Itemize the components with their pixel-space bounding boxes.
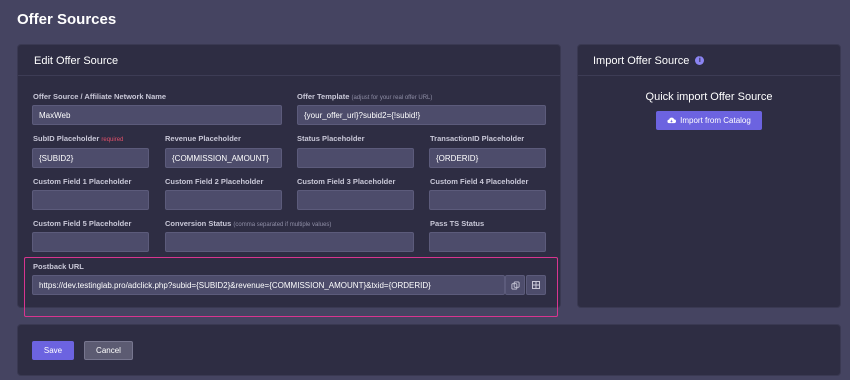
status-input[interactable] [297,148,414,168]
info-icon[interactable]: i [695,56,705,65]
offer-template-label: Offer Template (adjust for your real off… [297,92,432,101]
custom5-label: Custom Field 5 Placeholder [33,219,132,228]
subid-required-badge: required [101,137,124,143]
custom2-label: Custom Field 2 Placeholder [165,177,264,186]
custom3-label: Custom Field 3 Placeholder [297,177,396,186]
conversion-status-input[interactable] [165,232,414,252]
pass-ts-input[interactable] [429,232,546,252]
custom1-input[interactable] [32,190,149,210]
import-heading: Quick import Offer Source [645,91,773,103]
custom2-input[interactable] [165,190,282,210]
copy-icon [510,280,520,290]
conversion-status-hint: (comma separated if multiple values) [233,222,332,228]
grid-button[interactable] [526,275,546,295]
cloud-download-icon [667,117,677,124]
custom5-input[interactable] [32,232,149,252]
revenue-input[interactable]: {COMMISSION_AMOUNT} [165,148,282,168]
custom4-label: Custom Field 4 Placeholder [430,177,529,186]
offer-template-input[interactable]: {your_offer_url}?subid2={!subid!} [297,105,546,125]
custom1-label: Custom Field 1 Placeholder [33,177,132,186]
conversion-status-label: Conversion Status (comma separated if mu… [165,219,331,228]
subid-input[interactable]: {SUBID2} [32,148,149,168]
subid-label-text: SubID Placeholder [33,134,100,143]
conversion-status-label-text: Conversion Status [165,219,232,228]
grid-icon [532,281,540,289]
network-name-label: Offer Source / Affiliate Network Name [33,92,167,101]
footer-panel [17,324,841,376]
transaction-id-label: TransactionID Placeholder [430,134,525,143]
import-from-catalog-button[interactable]: Import from Catalog [656,111,762,130]
save-button[interactable]: Save [32,341,74,360]
offer-template-hint: (adjust for your real offer URL) [351,95,433,101]
page-title: Offer Sources [17,11,117,28]
revenue-label: Revenue Placeholder [165,134,241,143]
postback-url-input[interactable]: https://dev.testinglab.pro/adclick.php?s… [32,275,505,295]
postback-label: Postback URL [33,262,84,271]
transaction-id-input[interactable]: {ORDERID} [429,148,546,168]
import-button-label: Import from Catalog [680,116,751,125]
offer-template-label-text: Offer Template [297,92,350,101]
custom4-input[interactable] [429,190,546,210]
edit-panel-title: Edit Offer Source [18,45,560,76]
custom3-input[interactable] [297,190,414,210]
import-panel-header: Import Offer Source i [578,45,840,76]
subid-label: SubID Placeholder required [33,134,123,143]
status-label: Status Placeholder [297,134,365,143]
cancel-button[interactable]: Cancel [84,341,133,360]
copy-url-button[interactable] [505,275,525,295]
import-panel-title: Import Offer Source [593,55,690,67]
pass-ts-label: Pass TS Status [430,219,485,228]
network-name-input[interactable]: MaxWeb [32,105,282,125]
import-offer-source-panel: Import Offer Source i [577,44,841,308]
